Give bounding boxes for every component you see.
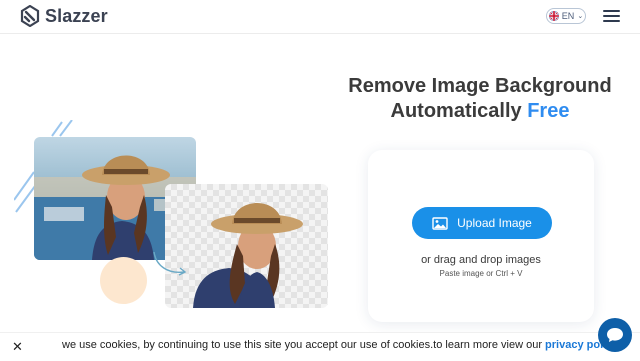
brand-name: Slazzer <box>45 5 108 26</box>
cookie-banner: ✕ we use cookies, by continuing to use t… <box>0 332 640 361</box>
upload-card[interactable]: Upload Image or drag and drop images Pas… <box>368 150 594 322</box>
brand-logo[interactable]: Slazzer <box>20 5 108 27</box>
hamburger-menu-icon[interactable] <box>603 10 620 23</box>
uk-flag-icon <box>548 11 559 21</box>
top-navbar: Slazzer EN ⌄ <box>0 0 640 34</box>
upload-image-button[interactable]: Upload Image <box>412 207 552 239</box>
hero-title-accent: Free <box>527 100 570 122</box>
language-code: EN <box>561 11 575 21</box>
hero-title-line1: Remove Image Background <box>348 75 612 97</box>
curved-arrow-icon <box>153 251 187 276</box>
chat-button[interactable] <box>598 318 632 352</box>
cookie-text: we use cookies, by continuing to use thi… <box>62 339 546 351</box>
close-icon[interactable]: ✕ <box>12 339 23 355</box>
cookie-message: we use cookies, by continuing to use thi… <box>62 339 621 351</box>
drag-drop-text: or drag and drop images <box>421 254 541 266</box>
image-icon <box>432 216 448 230</box>
hero-title-line2: Automatically <box>390 100 528 122</box>
slazzer-logo-icon <box>20 5 40 27</box>
chevron-down-icon: ⌄ <box>577 13 584 20</box>
result-photo <box>165 184 328 308</box>
language-selector[interactable]: EN ⌄ <box>546 8 586 24</box>
upload-button-label: Upload Image <box>457 216 532 230</box>
chat-bubble-icon <box>607 328 623 342</box>
decorative-circle <box>100 257 147 304</box>
hero-title: Remove Image Background Automatically Fr… <box>330 74 630 124</box>
paste-hint: Paste image or Ctrl + V <box>439 269 523 278</box>
